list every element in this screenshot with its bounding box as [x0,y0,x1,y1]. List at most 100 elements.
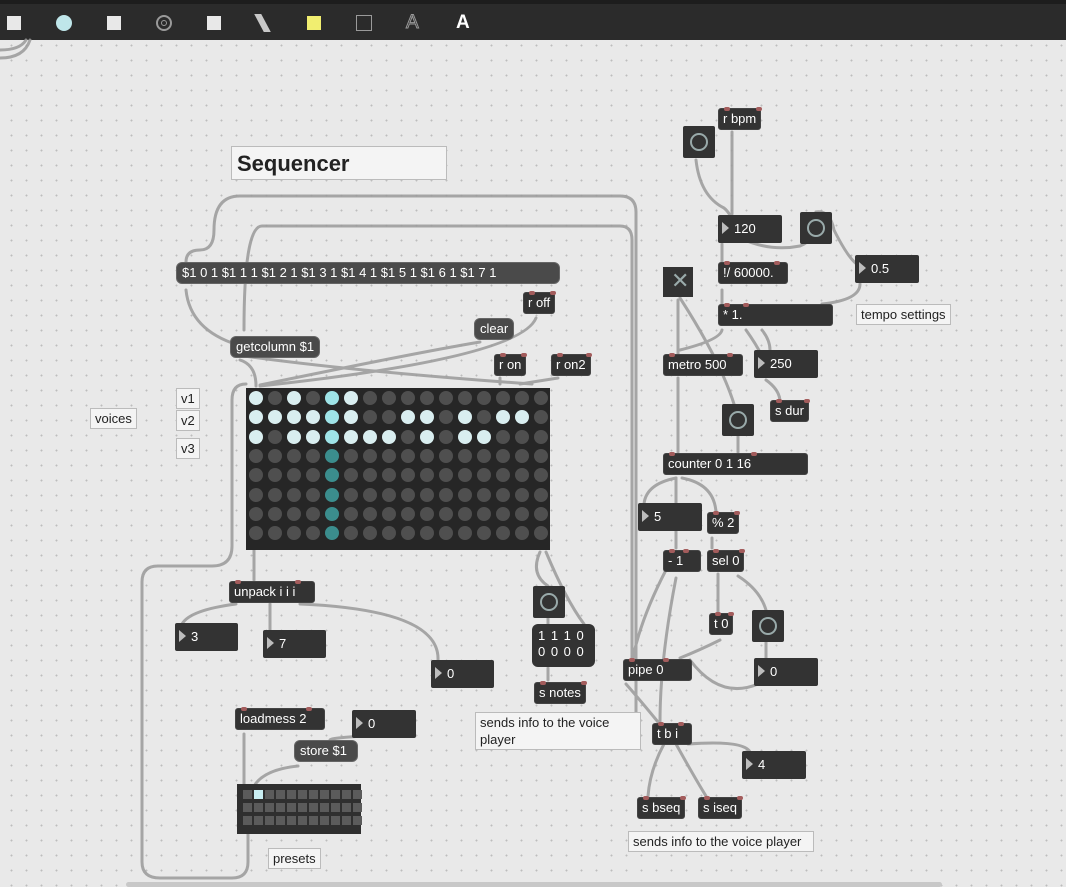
matrix-cell[interactable] [268,429,282,444]
matrix-cell[interactable] [325,429,339,444]
matrix-cell[interactable] [382,526,396,541]
matrix-cell[interactable] [477,429,491,444]
preset-slot[interactable] [254,803,263,812]
matrix-cell[interactable] [420,468,434,483]
column-message[interactable]: $1 0 1 $1 1 1 $1 2 1 $1 3 1 $1 4 1 $1 5 … [176,262,560,284]
matrix-cell[interactable] [382,448,396,463]
preset-slot[interactable] [353,790,362,799]
matrix-cell[interactable] [325,410,339,425]
matrix-cell[interactable] [325,487,339,502]
matrix-cell[interactable] [344,391,358,405]
preset-slot[interactable] [254,790,263,799]
matrix-cell[interactable] [534,526,548,541]
matrix-cell[interactable] [515,391,529,405]
matrix-cell[interactable] [401,410,415,425]
matrix-cell[interactable] [420,391,434,405]
preset-slot[interactable] [298,816,307,825]
matrix-cell[interactable] [534,487,548,502]
preset-slot[interactable] [287,816,296,825]
matrix-cell[interactable] [268,506,282,521]
preset-slot[interactable] [342,803,351,812]
matrix-cell[interactable] [344,448,358,463]
preset-slot[interactable] [276,816,285,825]
matrix-cell[interactable] [363,391,377,405]
matrix-cell[interactable] [401,506,415,521]
matrix-cell[interactable] [477,506,491,521]
matrix-cell[interactable] [363,487,377,502]
matrix-cell[interactable] [306,429,320,444]
matrix-cell[interactable] [439,487,453,502]
matrix-cell[interactable] [534,448,548,463]
matrix-cell[interactable] [382,429,396,444]
matrix-cell[interactable] [344,429,358,444]
matrix-cell[interactable] [268,410,282,425]
preset-slot[interactable] [342,816,351,825]
preset-slot[interactable] [320,803,329,812]
t0-object[interactable]: t 0 [709,612,735,635]
matrix-cell[interactable] [477,410,491,425]
matrix-cell[interactable] [401,429,415,444]
pipe-object[interactable]: pipe 0 [623,658,692,681]
mul-object[interactable]: * 1. [718,303,833,326]
matrix-cell[interactable] [382,506,396,521]
matrix-cell[interactable] [325,468,339,483]
matrix-cell[interactable] [534,468,548,483]
matrix-cell[interactable] [515,526,529,541]
matrix-cell[interactable] [496,391,510,405]
loadmess-object[interactable]: loadmess 2 [235,707,325,730]
preset-slot[interactable] [265,803,274,812]
matrix-cell[interactable] [287,391,301,405]
matrix-cell[interactable] [249,487,263,502]
matrix-cell[interactable] [287,429,301,444]
matrix-cell[interactable] [420,448,434,463]
number-box-0-store[interactable]: 0 [352,710,416,738]
matrix-cell[interactable] [477,487,491,502]
matrix-cell[interactable] [420,429,434,444]
matrix-cell[interactable] [249,506,263,521]
matrix-cell[interactable] [249,410,263,425]
matrix-cell[interactable] [534,391,548,405]
matrix-cell[interactable] [249,448,263,463]
matrix-cell[interactable] [496,448,510,463]
matrix-cell[interactable] [382,410,396,425]
matrix-cell[interactable] [363,410,377,425]
preset-slot[interactable] [320,816,329,825]
s-notes-object[interactable]: s notes [534,681,587,704]
matrix-cell[interactable] [458,429,472,444]
matrix-cell[interactable] [534,429,548,444]
matrix-cell[interactable] [515,487,529,502]
preset-slot[interactable] [254,816,263,825]
preset-grid[interactable] [237,784,362,834]
matrix-cell[interactable] [325,506,339,521]
unpack-object[interactable]: unpack i i i [229,580,315,603]
bang-button-sel[interactable] [752,610,784,642]
matrix-cell[interactable] [401,526,415,541]
matrix-cell[interactable] [458,506,472,521]
preset-slot[interactable] [298,790,307,799]
matrix-cell[interactable] [344,506,358,521]
preset-slot[interactable] [331,790,340,799]
matrix-cell[interactable] [363,526,377,541]
matrix-cell[interactable] [287,526,301,541]
matrix-cell[interactable] [515,506,529,521]
matrix-cell[interactable] [496,487,510,502]
matrix-cell[interactable] [439,391,453,405]
matrix-cell[interactable] [287,410,301,425]
preset-slot[interactable] [276,803,285,812]
matrix-cell[interactable] [420,506,434,521]
matrix-cell[interactable] [496,429,510,444]
matrix-cell[interactable] [534,506,548,521]
mod-object[interactable]: % 2 [707,511,741,534]
preset-slot[interactable] [353,816,362,825]
matrix-cell[interactable] [325,448,339,463]
matrix-cell[interactable] [306,506,320,521]
number-box-0-left[interactable]: 0 [431,660,494,688]
matrix-cell[interactable] [344,468,358,483]
number-box-3[interactable]: 3 [175,623,238,651]
horizontal-scrollbar[interactable] [126,882,942,887]
preset-slot[interactable] [243,790,252,799]
matrix-cell[interactable] [268,391,282,405]
preset-slot[interactable] [265,790,274,799]
matrix-cell[interactable] [515,429,529,444]
half-number-box[interactable]: 0.5 [855,255,919,283]
